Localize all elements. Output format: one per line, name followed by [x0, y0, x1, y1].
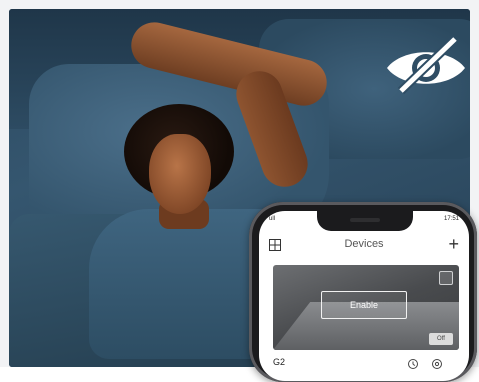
phone-notch	[317, 211, 413, 231]
device-name: G2	[273, 357, 286, 367]
status-badge: Off	[429, 333, 453, 345]
camera-card[interactable]: Enable Off	[273, 265, 459, 350]
phone-mockup: ull 17:51 Devices + Enable Off G2	[249, 202, 477, 382]
app-header: Devices +	[259, 233, 469, 255]
history-icon[interactable]	[407, 357, 419, 369]
plus-icon[interactable]: +	[448, 235, 459, 253]
eye-slash-icon[interactable]	[381, 35, 470, 97]
settings-icon[interactable]	[431, 357, 443, 369]
page-title: Devices	[344, 238, 384, 250]
status-time: 17:51	[443, 216, 459, 222]
phone-screen: ull 17:51 Devices + Enable Off G2	[259, 211, 469, 381]
product-card: ull 17:51 Devices + Enable Off G2	[0, 0, 479, 382]
camera-corner-icon	[439, 271, 453, 285]
enable-button[interactable]: Enable	[321, 291, 407, 319]
sleeper-face	[149, 134, 211, 214]
status-signal: ull	[269, 216, 276, 222]
